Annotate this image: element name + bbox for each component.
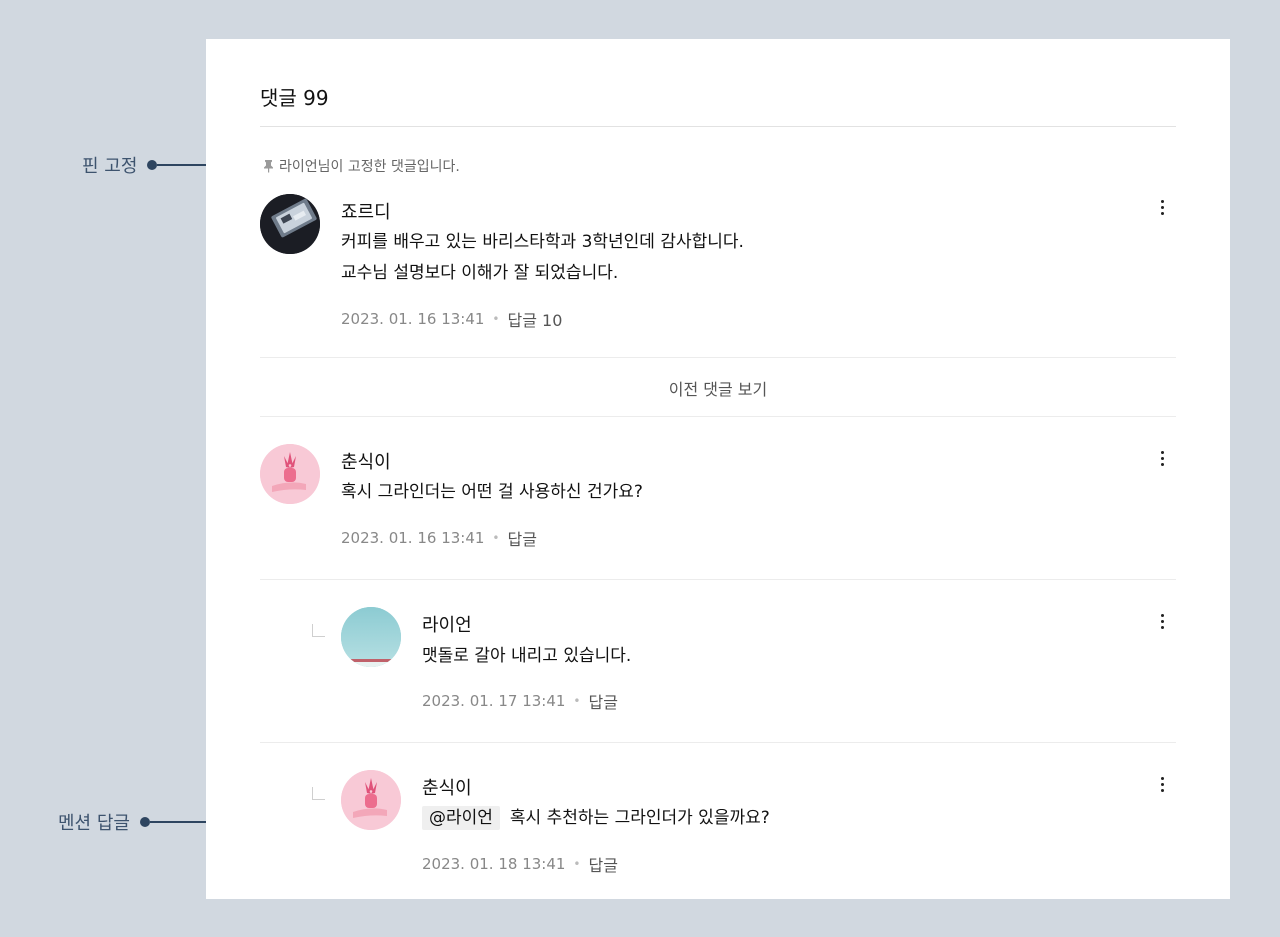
reply-button[interactable]: 답글: [508, 526, 537, 550]
comment-date: 2023. 01. 16 13:41: [341, 529, 485, 547]
comment-date: 2023. 01. 18 13:41: [422, 855, 566, 873]
pinned-note: 라이언님이 고정한 댓글입니다.: [262, 156, 460, 176]
comment-body: 맷돌로 갈아 내리고 있습니다.: [422, 641, 631, 672]
separator-dot: •: [492, 531, 500, 545]
comment-body: 커피를 배우고 있는 바리스타학과 3학년인데 감사합니다. 교수님 설명보다 …: [341, 227, 744, 289]
comment-line: 커피를 배우고 있는 바리스타학과 3학년인데 감사합니다.: [341, 232, 744, 252]
more-vert-icon[interactable]: [1152, 609, 1172, 633]
comment-author[interactable]: 춘식이: [341, 448, 391, 474]
comment-body: 혹시 그라인더는 어떤 걸 사용하신 건가요?: [341, 477, 643, 508]
comment-date: 2023. 01. 16 13:41: [341, 310, 485, 328]
comment-date: 2023. 01. 17 13:41: [422, 692, 566, 710]
comment-meta: 2023. 01. 16 13:41 • 답글 10: [341, 307, 562, 331]
divider: [260, 742, 1176, 743]
comment-author[interactable]: 라이언: [422, 611, 472, 637]
reply-indent-icon: [312, 787, 325, 800]
separator-dot: •: [573, 857, 581, 871]
avatar[interactable]: [260, 194, 320, 254]
avatar[interactable]: [260, 444, 320, 504]
reply-button[interactable]: 답글: [589, 852, 618, 876]
comment-line: 맷돌로 갈아 내리고 있습니다.: [422, 646, 632, 666]
reply-button[interactable]: 답글 10: [508, 307, 563, 331]
pin-icon: [264, 160, 273, 173]
comment-meta: 2023. 01. 17 13:41 • 답글: [422, 689, 618, 713]
reply-indent-icon: [312, 624, 325, 637]
more-vert-icon[interactable]: [1152, 195, 1172, 219]
comment-author[interactable]: 죠르디: [341, 198, 391, 224]
separator-dot: •: [492, 312, 500, 326]
pinned-note-text: 라이언님이 고정한 댓글입니다.: [279, 159, 460, 175]
comment-body: @라이언 혹시 추천하는 그라인더가 있을까요?: [422, 803, 770, 834]
comment-meta: 2023. 01. 18 13:41 • 답글: [422, 852, 618, 876]
comment-line: 혹시 추천하는 그라인더가 있을까요?: [509, 808, 770, 828]
comment-meta: 2023. 01. 16 13:41 • 답글: [341, 526, 537, 550]
mention-tag[interactable]: @라이언: [422, 806, 500, 830]
comment-line: 혹시 그라인더는 어떤 걸 사용하신 건가요?: [341, 482, 643, 502]
prev-comments-button[interactable]: 이전 댓글 보기: [260, 358, 1176, 417]
reply-button[interactable]: 답글: [589, 689, 618, 713]
separator-dot: •: [573, 694, 581, 708]
comments-panel: 댓글 99 라이언님이 고정한 댓글입니다. 죠르디 커피를 배우고 있는 바리…: [206, 39, 1230, 899]
divider: [260, 416, 1176, 417]
callout-dot: [147, 160, 158, 170]
header-divider: [260, 126, 1176, 127]
avatar[interactable]: [341, 770, 401, 830]
avatar[interactable]: [341, 607, 401, 667]
annotation-mention-label: 멘션 답글: [58, 813, 130, 834]
annotation-pin-label: 핀 고정: [82, 156, 138, 177]
comments-title: 댓글 99: [260, 86, 329, 110]
divider: [260, 579, 1176, 580]
comment-line: 교수님 설명보다 이해가 잘 되었습니다.: [341, 263, 619, 283]
callout-dot: [139, 817, 150, 827]
more-vert-icon[interactable]: [1152, 446, 1172, 470]
more-vert-icon[interactable]: [1152, 772, 1172, 796]
comment-author[interactable]: 춘식이: [422, 774, 472, 800]
